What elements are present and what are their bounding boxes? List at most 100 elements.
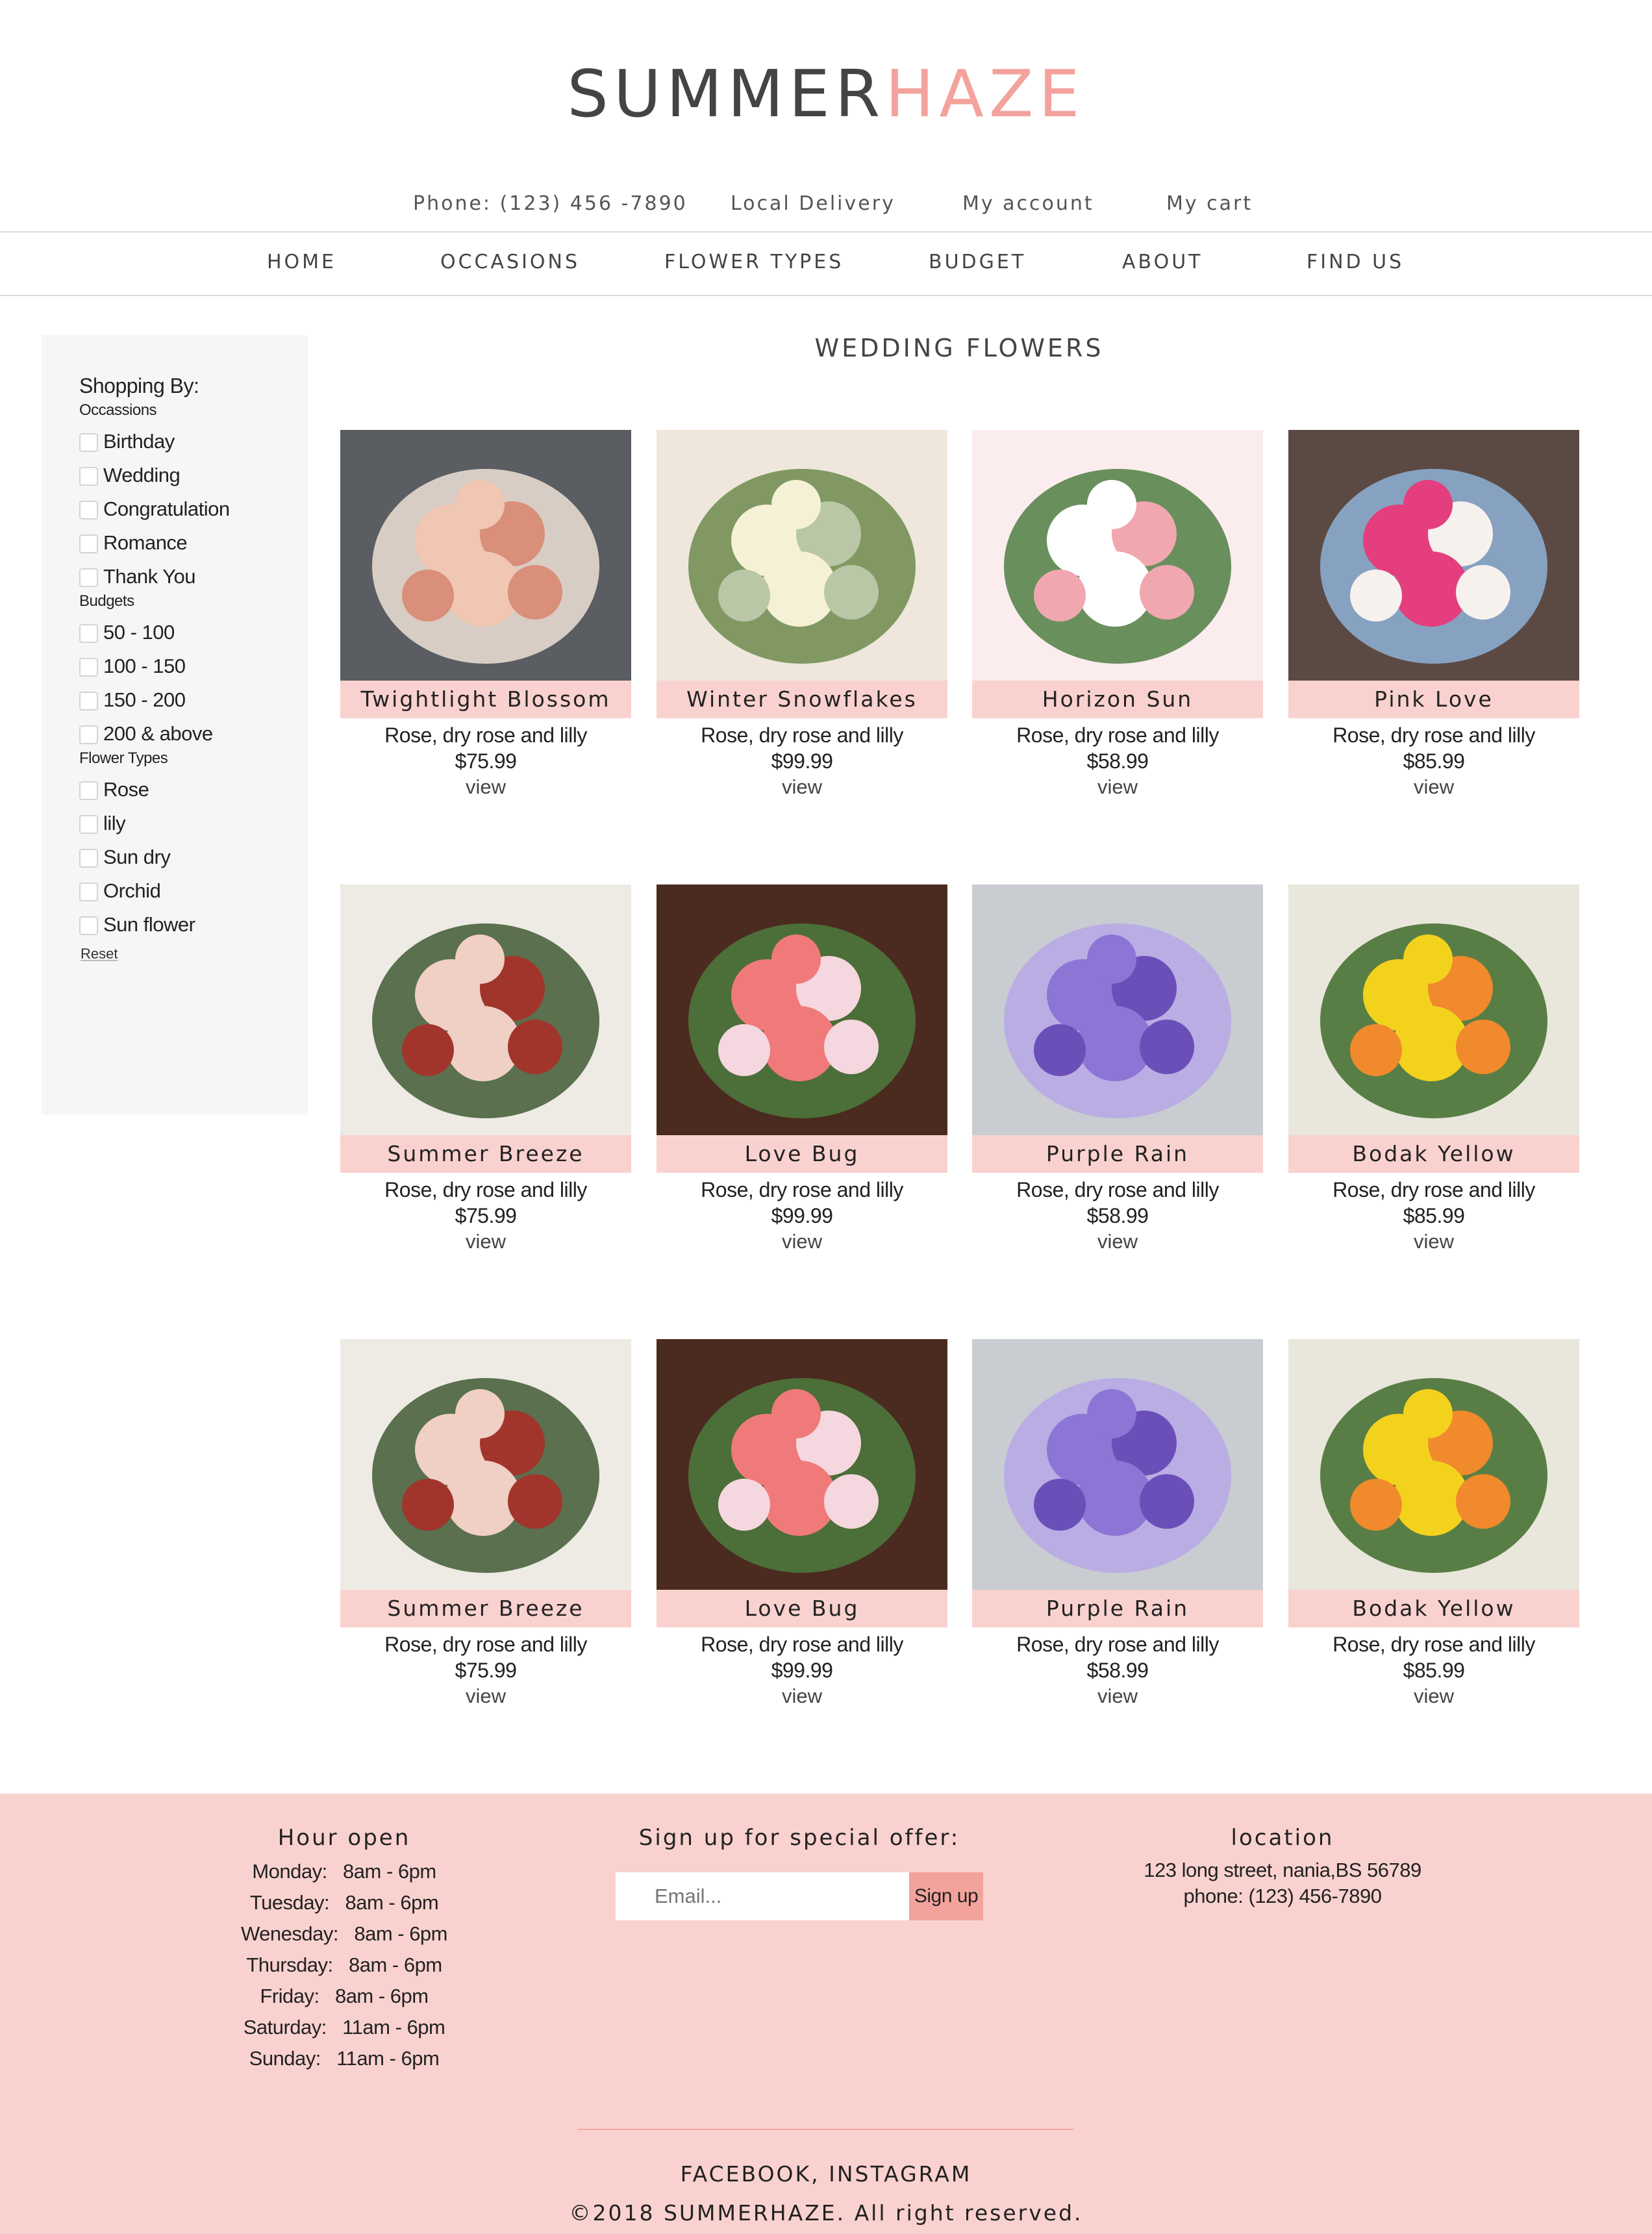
filter-budget-150-200[interactable]: 150 - 200 [79, 688, 186, 712]
local-delivery-link[interactable]: Local Delivery [731, 192, 895, 215]
nav-flower-types[interactable]: FLOWER TYPES [664, 251, 844, 273]
product-image[interactable] [972, 430, 1263, 681]
product-card[interactable]: Twightlight Blossom Rose, dry rose and li… [340, 430, 631, 798]
product-image[interactable] [340, 885, 631, 1135]
view-link[interactable]: view [657, 1685, 947, 1708]
product-price: $75.99 [455, 749, 517, 773]
product-name[interactable]: Purple Rain [972, 1590, 1263, 1627]
view-link[interactable]: view [340, 1230, 631, 1253]
phone-link[interactable]: Phone: (123) 456 -7890 [413, 192, 688, 215]
filter-sun-dry[interactable]: Sun dry [79, 846, 171, 869]
product-image[interactable] [1288, 885, 1579, 1135]
product-card[interactable]: Love Bug Rose, dry rose and lilly $99.99 vi… [657, 885, 947, 1253]
filter-congratulation[interactable]: Congratulation [79, 497, 230, 521]
product-name[interactable]: Summer Breeze [340, 1135, 631, 1173]
email-input[interactable] [616, 1872, 909, 1920]
view-link[interactable]: view [972, 1685, 1263, 1708]
product-image[interactable] [972, 885, 1263, 1135]
product-name[interactable]: Pink Love [1288, 681, 1579, 718]
checkbox[interactable] [79, 501, 98, 520]
checkbox[interactable] [79, 883, 98, 901]
product-card[interactable]: Summer Breeze Rose, dry rose and lilly $75… [340, 885, 631, 1253]
my-cart-link[interactable]: My cart [1166, 192, 1253, 215]
nav-home[interactable]: HOME [267, 251, 336, 273]
checkbox[interactable] [79, 916, 98, 935]
filter-budget-50-100[interactable]: 50 - 100 [79, 621, 175, 644]
filter-sun-flower[interactable]: Sun flower [79, 913, 195, 936]
view-link[interactable]: view [340, 775, 631, 799]
checkbox[interactable] [79, 725, 98, 744]
product-image[interactable] [1288, 430, 1579, 681]
nav-budget[interactable]: BUDGET [929, 251, 1026, 273]
product-name[interactable]: Love Bug [657, 1135, 947, 1173]
product-name[interactable]: Winter Snowflakes [657, 681, 947, 718]
checkbox[interactable] [79, 692, 98, 710]
product-card[interactable]: Bodak Yellow Rose, dry rose and lilly $85.… [1288, 885, 1579, 1253]
checkbox[interactable] [79, 849, 98, 868]
product-card[interactable]: Bodak Yellow Rose, dry rose and lilly $85.… [1288, 1339, 1579, 1707]
view-link[interactable]: view [1288, 1685, 1579, 1708]
nav-find-us[interactable]: FIND US [1307, 251, 1404, 273]
hours-heading: Hour open [277, 1825, 411, 1851]
filter-lily[interactable]: lily [79, 812, 126, 835]
filter-birthday[interactable]: Birthday [79, 430, 175, 453]
view-link[interactable]: view [972, 775, 1263, 799]
view-link[interactable]: view [340, 1685, 631, 1708]
product-image[interactable] [657, 430, 947, 681]
site-logo[interactable]: SUMMERHAZE [0, 58, 1652, 130]
product-image[interactable] [972, 1339, 1263, 1590]
filter-romance[interactable]: Romance [79, 531, 188, 555]
filter-wedding[interactable]: Wedding [79, 464, 181, 487]
filter-rose[interactable]: Rose [79, 778, 149, 801]
phone-text: phone: (123) 456-7890 [1183, 1885, 1382, 1907]
filter-label: Birthday [103, 430, 175, 453]
view-link[interactable]: view [972, 1230, 1263, 1253]
my-account-link[interactable]: My account [962, 192, 1094, 215]
checkbox[interactable] [79, 781, 98, 800]
product-image[interactable] [657, 1339, 947, 1590]
product-image[interactable] [340, 1339, 631, 1590]
checkbox[interactable] [79, 815, 98, 834]
product-price: $85.99 [1403, 749, 1465, 773]
product-name[interactable]: Bodak Yellow [1288, 1135, 1579, 1173]
product-name[interactable]: Summer Breeze [340, 1590, 631, 1627]
checkbox[interactable] [79, 433, 98, 452]
product-description: Rose, dry rose and lilly [1333, 1633, 1535, 1656]
view-link[interactable]: view [657, 1230, 947, 1253]
product-image[interactable] [340, 430, 631, 681]
reset-filters-link[interactable]: Reset [81, 946, 118, 962]
filter-orchid[interactable]: Orchid [79, 879, 161, 903]
filter-budget-200-above[interactable]: 200 & above [79, 722, 213, 746]
product-image[interactable] [657, 885, 947, 1135]
product-name[interactable]: Love Bug [657, 1590, 947, 1627]
checkbox[interactable] [79, 568, 98, 587]
nav-occasions[interactable]: OCCASIONS [440, 251, 580, 273]
product-card[interactable]: Horizon Sun Rose, dry rose and lilly $58.9… [972, 430, 1263, 798]
view-link[interactable]: view [1288, 1230, 1579, 1253]
nav-about[interactable]: ABOUT [1122, 251, 1203, 273]
checkbox[interactable] [79, 658, 98, 677]
product-image[interactable] [1288, 1339, 1579, 1590]
product-name[interactable]: Horizon Sun [972, 681, 1263, 718]
view-link[interactable]: view [657, 775, 947, 799]
product-name[interactable]: Bodak Yellow [1288, 1590, 1579, 1627]
product-name[interactable]: Twightlight Blossom [340, 681, 631, 718]
product-price: $58.99 [1086, 1659, 1149, 1682]
checkbox[interactable] [79, 624, 98, 643]
address-text: 123 long street, nania,BS 56789 [1144, 1859, 1421, 1881]
signup-button[interactable]: Sign up [909, 1872, 983, 1920]
product-card[interactable]: Pink Love Rose, dry rose and lilly $85.99 v… [1288, 430, 1579, 798]
product-card[interactable]: Love Bug Rose, dry rose and lilly $99.99 vi… [657, 1339, 947, 1707]
product-card[interactable]: Summer Breeze Rose, dry rose and lilly $75… [340, 1339, 631, 1707]
filter-budget-100-150[interactable]: 100 - 150 [79, 655, 186, 678]
footer-divider [578, 2129, 1074, 2130]
product-card[interactable]: Purple Rain Rose, dry rose and lilly $58.9… [972, 885, 1263, 1253]
product-card[interactable]: Winter Snowflakes Rose, dry rose and lill… [657, 430, 947, 798]
checkbox[interactable] [79, 467, 98, 486]
filter-thank-you[interactable]: Thank You [79, 565, 196, 588]
view-link[interactable]: view [1288, 775, 1579, 799]
social-links[interactable]: FACEBOOK, INSTAGRAM [0, 2161, 1652, 2187]
checkbox[interactable] [79, 534, 98, 553]
product-name[interactable]: Purple Rain [972, 1135, 1263, 1173]
product-card[interactable]: Purple Rain Rose, dry rose and lilly $58.9… [972, 1339, 1263, 1707]
